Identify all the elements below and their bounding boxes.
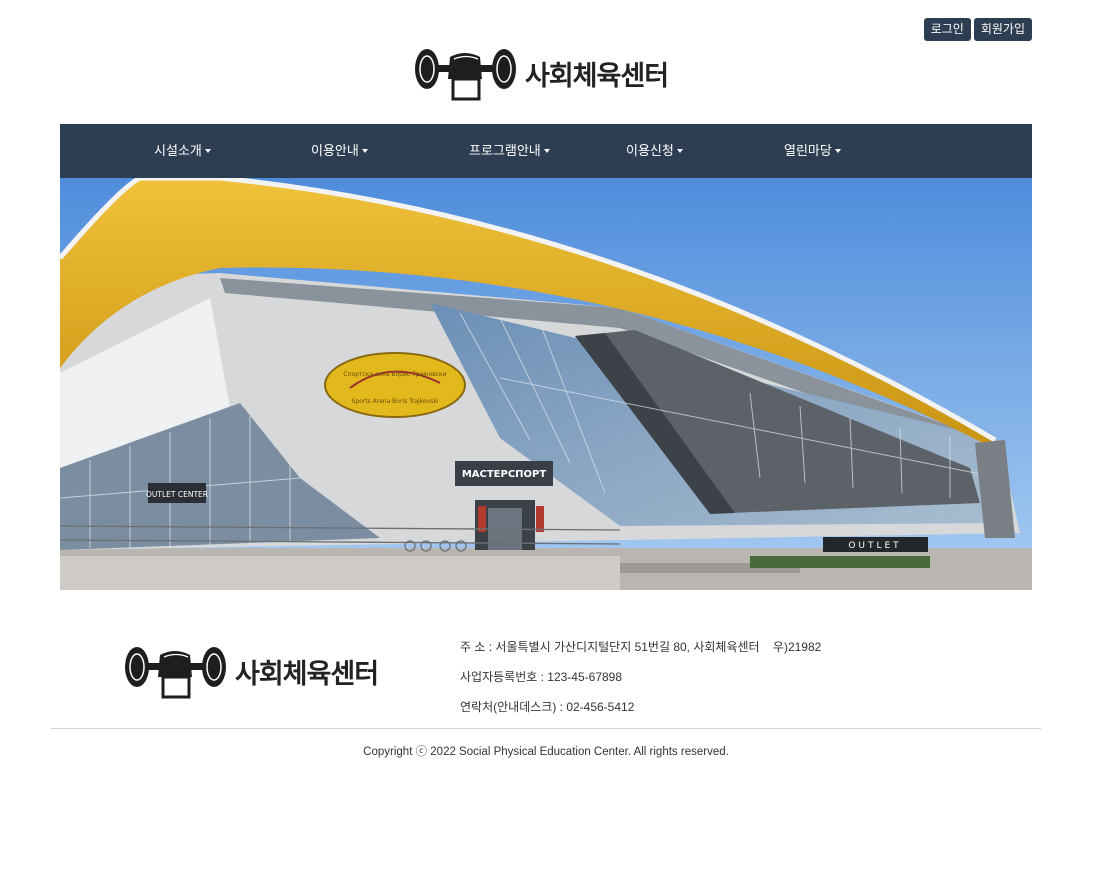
- signup-button[interactable]: 회원가입: [973, 18, 1032, 41]
- brand-name: 사회체육센터: [525, 60, 669, 92]
- nav-item-apply[interactable]: 이용신청: [626, 124, 683, 178]
- nav-item-usage[interactable]: 이용안내: [311, 124, 368, 178]
- footer-contact: 연락처(안내데스크) : 02-456-5412: [460, 700, 635, 714]
- login-button[interactable]: 로그인: [923, 18, 971, 41]
- store-sign: МАСТЕРСПОРТ: [462, 469, 547, 480]
- nav-item-label: 프로그램안내: [469, 143, 541, 158]
- arena-sign-line-2: Sports Arena Boris Trajkovski: [352, 398, 439, 405]
- caret-down-icon: [543, 149, 550, 153]
- outlet-center-sign: OUTLET CENTER: [146, 490, 208, 499]
- outlet-sign: OUTLET: [848, 541, 901, 551]
- nav-item-label: 열린마당: [784, 143, 832, 158]
- footer-address: 주 소 : 서울특별시 가산디지털단지 51번길 80, 사회체육센터 우)21…: [460, 640, 822, 654]
- nav-item-facility[interactable]: 시설소개: [154, 124, 211, 178]
- nav-item-label: 이용신청: [626, 143, 674, 158]
- nav-item-label: 시설소개: [154, 143, 202, 158]
- dumbbell-fist-icon: [415, 49, 516, 101]
- footer-business-number: 사업자등록번호 : 123-45-67898: [460, 670, 623, 684]
- footer-brand-name: 사회체육센터: [235, 658, 379, 690]
- nav-item-community[interactable]: 열린마당: [784, 124, 841, 178]
- nav-item-label: 이용안내: [311, 143, 359, 158]
- caret-down-icon: [361, 149, 368, 153]
- caret-down-icon: [204, 149, 211, 153]
- nav-item-programs[interactable]: 프로그램안내: [469, 124, 550, 178]
- hero-image: Спортска сала Борис Трајковски Sports Ar…: [60, 178, 1032, 590]
- caret-down-icon: [834, 149, 841, 153]
- footer-logo[interactable]: 사회체육센터: [124, 643, 379, 699]
- caret-down-icon: [676, 149, 683, 153]
- copyright: Copyright ⓒ 2022 Social Physical Educati…: [363, 746, 729, 758]
- main-nav: 시설소개 이용안내 프로그램안내 이용신청 열린마당: [60, 124, 1032, 178]
- dumbbell-fist-icon: [125, 647, 226, 699]
- arena-sign-line-1: Спортска сала Борис Трајковски: [343, 371, 446, 378]
- site-logo[interactable]: 사회체육센터: [414, 45, 669, 101]
- footer-divider: [51, 728, 1041, 729]
- auth-buttons: 로그인 회원가입: [923, 18, 1032, 41]
